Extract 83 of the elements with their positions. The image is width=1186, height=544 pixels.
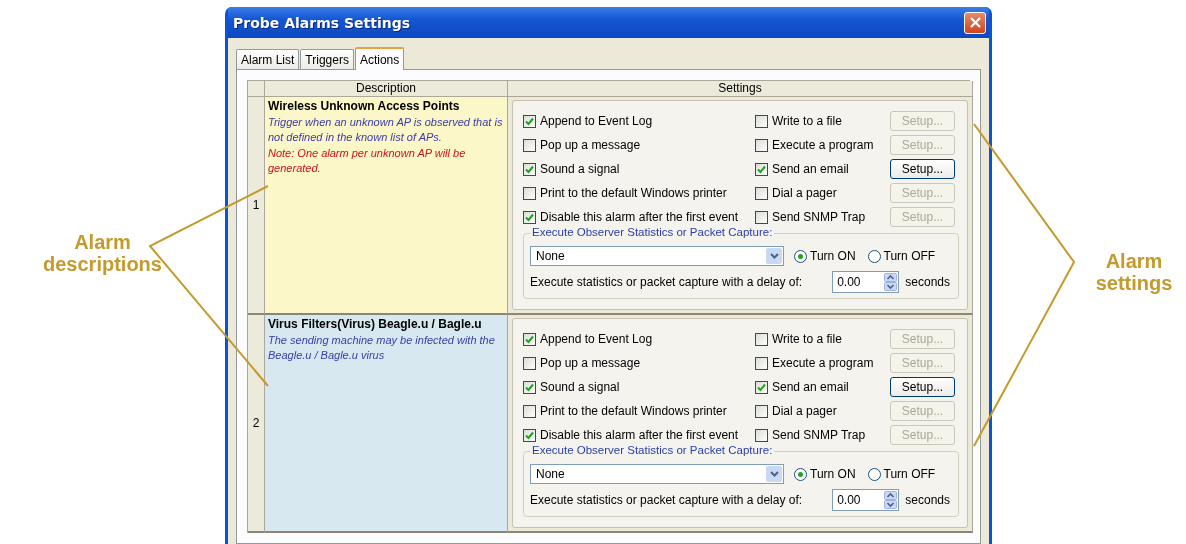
unit-label: seconds — [905, 493, 950, 507]
checkbox[interactable] — [755, 162, 768, 176]
checkbox-label[interactable]: Send an email — [772, 380, 886, 394]
checkbox[interactable] — [755, 210, 768, 224]
checkbox-label: Append to Event Log — [540, 114, 653, 128]
radio-button[interactable] — [867, 249, 881, 263]
spin-up-icon — [884, 491, 898, 500]
spin-down-icon — [884, 282, 898, 291]
radio-label: Turn OFF — [883, 467, 936, 481]
checkbox[interactable] — [755, 138, 768, 152]
alarm-title: Virus Filters(Virus) Beagle.u / Bagle.u — [268, 317, 483, 333]
checkbox[interactable] — [523, 114, 536, 128]
tab[interactable]: Alarm List — [236, 49, 300, 69]
setup-button[interactable]: Setup... — [890, 377, 955, 397]
row-number: 2 — [248, 315, 265, 533]
close-button[interactable] — [964, 11, 986, 34]
checkbox[interactable] — [523, 138, 536, 152]
tab[interactable]: Triggers — [300, 49, 354, 69]
checkbox[interactable] — [523, 404, 536, 418]
checkbox-label[interactable]: Send SNMP Trap — [772, 428, 886, 442]
chevron-down-icon — [769, 471, 779, 477]
row-number: 1 — [248, 97, 265, 315]
checkbox-label: Sound a signal — [540, 380, 620, 394]
checkbox[interactable] — [523, 162, 536, 176]
checkbox[interactable] — [523, 356, 536, 370]
radio-button[interactable] — [794, 467, 807, 481]
checkbox[interactable] — [523, 380, 536, 394]
checkbox[interactable] — [755, 114, 768, 128]
column-header: Description — [265, 81, 508, 97]
radio-label: Turn ON — [810, 467, 856, 481]
column-header: Settings — [508, 81, 973, 97]
group-legend: Execute Observer Statistics or Packet Capture: — [530, 444, 775, 456]
alarm-description: The sending machine may be infected with the Beagle.u / Bagle.u virus — [268, 332, 496, 363]
checkbox[interactable] — [523, 210, 536, 224]
group-legend: Execute Observer Statistics or Packet Capture: — [530, 226, 775, 238]
chevron-down-icon — [769, 253, 779, 259]
spin-down-icon — [884, 500, 898, 509]
checkbox-label: Pop up a message — [540, 356, 641, 370]
checkbox[interactable] — [523, 186, 536, 200]
delay-label: Execute statistics or packet capture with a delay of: — [530, 275, 803, 289]
dropdown[interactable]: None — [530, 246, 784, 266]
checkbox-label[interactable]: Execute a program — [772, 356, 886, 370]
window-title: Probe Alarms Settings — [233, 14, 411, 31]
checkbox[interactable] — [755, 186, 768, 200]
dropdown[interactable]: None — [530, 464, 784, 484]
alarm-title: Wireless Unknown Access Points — [268, 99, 461, 115]
radio-button[interactable] — [794, 249, 807, 263]
checkbox-label[interactable]: Execute a program — [772, 138, 886, 152]
delay-spinner[interactable]: 0.00 — [832, 489, 900, 511]
alarm-note: Note: One alarm per unknown AP will be generated. — [268, 145, 467, 176]
delay-label: Execute statistics or packet capture with a delay of: — [530, 493, 803, 507]
checkbox-label: Print to the default Windows printer — [540, 404, 727, 418]
checkbox[interactable] — [755, 332, 768, 346]
checkbox-label[interactable]: Dial a pager — [772, 404, 886, 418]
checkbox[interactable] — [755, 404, 768, 418]
checkbox-label: Sound a signal — [540, 162, 620, 176]
checkbox-label[interactable]: Write to a file — [772, 332, 886, 346]
checkbox[interactable] — [523, 428, 536, 442]
tab[interactable]: Actions — [354, 47, 405, 70]
unit-label: seconds — [905, 275, 950, 289]
radio-label: Turn OFF — [883, 249, 936, 263]
spin-up-icon — [884, 273, 898, 282]
checkbox[interactable] — [523, 332, 536, 346]
setup-button[interactable]: Setup... — [890, 159, 955, 179]
checkbox-label[interactable]: Dial a pager — [772, 186, 886, 200]
checkbox-label: Disable this alarm after the first event — [540, 428, 739, 442]
checkbox[interactable] — [755, 356, 768, 370]
checkbox-label: Pop up a message — [540, 138, 641, 152]
checkbox-label: Append to Event Log — [540, 332, 653, 346]
checkbox-label[interactable]: Send an email — [772, 162, 886, 176]
checkbox-label[interactable]: Send SNMP Trap — [772, 210, 886, 224]
alarm-description: Trigger when an unknown AP is observed that is not defined in the known list of APs. — [268, 114, 504, 145]
close-icon — [969, 17, 981, 28]
radio-label: Turn ON — [810, 249, 856, 263]
delay-spinner[interactable]: 0.00 — [832, 271, 900, 293]
callout-label: Alarm descriptions — [42, 231, 163, 275]
checkbox[interactable] — [755, 428, 768, 442]
callout-label: Alarm settings — [1094, 250, 1174, 294]
checkbox-label[interactable]: Write to a file — [772, 114, 886, 128]
checkbox-label: Disable this alarm after the first event — [540, 210, 739, 224]
checkbox-label: Print to the default Windows printer — [540, 186, 727, 200]
checkbox[interactable] — [755, 380, 768, 394]
radio-button[interactable] — [867, 467, 881, 481]
